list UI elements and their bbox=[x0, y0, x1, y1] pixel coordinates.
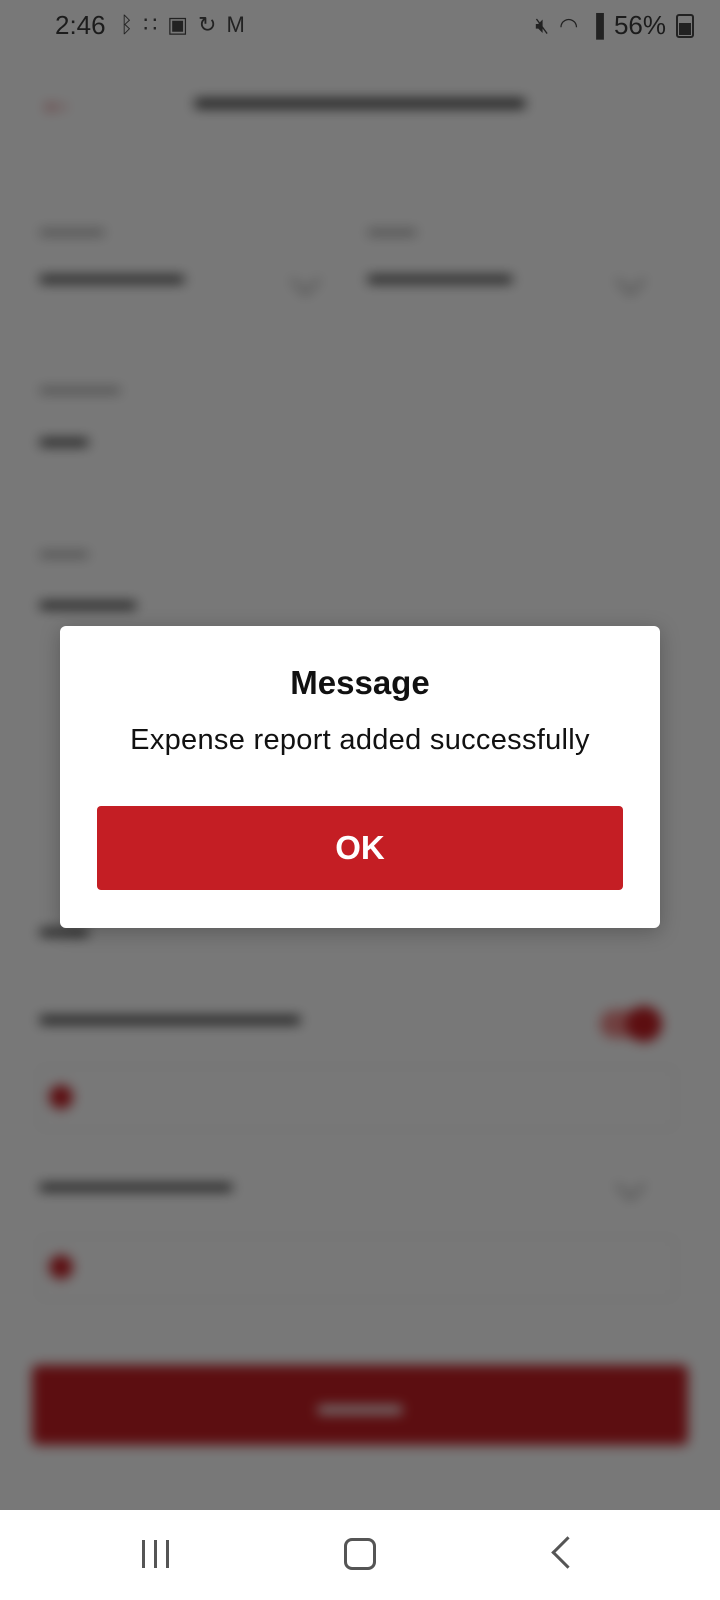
battery-percent: 56% bbox=[613, 10, 666, 40]
gmail-icon: M bbox=[226, 12, 245, 37]
status-bar: 2:46 ᛒ ∷ ▣ ↻ M 🔇︎ ◠ ▐ 56% bbox=[0, 0, 720, 56]
sync-icon: ↻ bbox=[198, 12, 217, 37]
home-icon[interactable] bbox=[344, 1538, 376, 1570]
mute-icon: 🔇︎ bbox=[535, 12, 550, 38]
teams-icon: ▣ bbox=[167, 12, 188, 37]
system-nav-bar bbox=[0, 1510, 720, 1600]
apps-icon: ∷ bbox=[143, 12, 158, 37]
battery-icon bbox=[676, 13, 694, 38]
back-icon[interactable] bbox=[551, 1536, 584, 1569]
dialog-message: Expense report added successfully bbox=[130, 724, 590, 756]
signal-icon: ▐ bbox=[588, 12, 604, 38]
status-time: 2:46 bbox=[55, 10, 106, 40]
dialog-title: Message bbox=[290, 664, 430, 701]
wifi-icon: ◠ bbox=[559, 12, 579, 38]
ok-button[interactable]: OK bbox=[97, 806, 623, 890]
bluetooth-icon: ᛒ bbox=[120, 12, 134, 37]
message-dialog: Message Expense report added successfull… bbox=[60, 626, 660, 928]
recents-icon[interactable] bbox=[142, 1540, 169, 1568]
